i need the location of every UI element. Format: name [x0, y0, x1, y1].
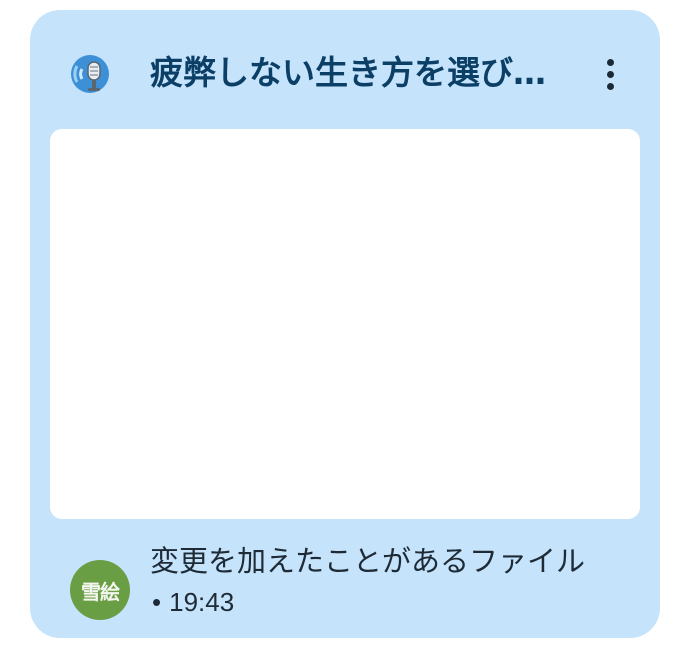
file-title[interactable]: 疲弊しない生き方を選び…	[150, 48, 580, 98]
file-widget-card[interactable]: 疲弊しない生き方を選び… 雪絵 変更を加えたことがあるファイル • 19:43	[30, 10, 660, 638]
more-vert-icon	[606, 58, 614, 66]
timestamp-line: • 19:43	[152, 582, 452, 622]
bullet-separator: •	[152, 587, 162, 617]
timestamp: 19:43	[169, 587, 235, 617]
card-header: 疲弊しない生き方を選び…	[30, 10, 660, 128]
podcast-microphone-icon	[71, 55, 109, 93]
avatar: 雪絵	[70, 560, 130, 620]
more-options-button[interactable]	[590, 48, 630, 100]
card-footer: 雪絵 変更を加えたことがあるファイル • 19:43	[30, 530, 660, 638]
more-vert-icon-dot	[606, 82, 614, 90]
file-preview-thumbnail[interactable]	[50, 129, 640, 519]
more-vert-icon-dot	[606, 70, 614, 78]
file-status-text: 変更を加えたことがあるファイル	[150, 544, 586, 578]
